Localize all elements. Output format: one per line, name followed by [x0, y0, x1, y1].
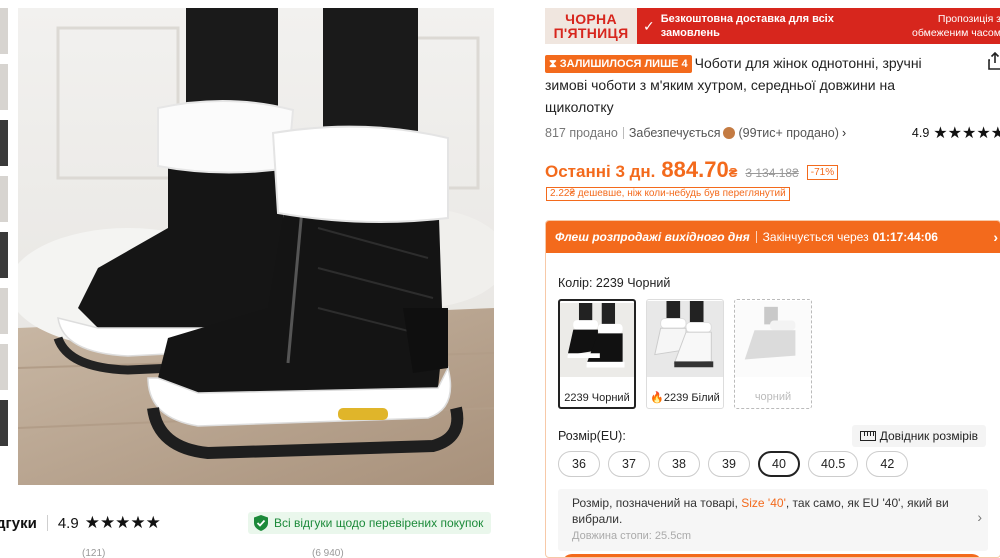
- thumbnail[interactable]: [0, 8, 8, 54]
- hourglass-icon: ⧗: [549, 58, 557, 70]
- swatch-label: чорний: [754, 391, 792, 403]
- badge-line1: ЧОРНА: [565, 11, 617, 27]
- ruler-icon: [859, 431, 876, 441]
- ends-label: Закінчується через: [762, 230, 869, 244]
- old-price: 3 134.18₴: [745, 166, 799, 180]
- color-label: Колір: 2239 Чорний: [558, 276, 671, 290]
- store-sold-count[interactable]: (99тис+ продано): [738, 126, 838, 140]
- flash-sale-box: Флеш розпродажі вихідного дня Закінчуєть…: [545, 220, 1000, 558]
- size-label: Розмір(EU):: [558, 429, 626, 443]
- chevron-right-icon[interactable]: ›: [842, 126, 846, 140]
- sales-meta-row: 817 продано Забезпечується (99тис+ прода…: [545, 124, 1000, 142]
- shield-check-icon: [254, 515, 268, 531]
- reviews-breakdown-row: (121) (6 940): [0, 548, 500, 558]
- color-option-black[interactable]: 2239 Чорний: [558, 299, 636, 409]
- thumbnail[interactable]: [0, 176, 8, 222]
- note-text: Розмір, позначений на товарі,: [572, 496, 742, 510]
- size-option-selected[interactable]: 40: [758, 451, 800, 477]
- product-rating[interactable]: 4.9 ★★★★★: [912, 123, 1000, 143]
- sold-count: 817 продано: [545, 126, 618, 140]
- size-option[interactable]: 39: [708, 451, 750, 477]
- reviews-title: дгуки: [0, 514, 37, 532]
- color-option-unavailable[interactable]: чорний: [734, 299, 812, 409]
- thumbnail-strip[interactable]: [0, 8, 8, 488]
- size-option[interactable]: 42: [866, 451, 909, 477]
- swatch-label-text: 2239 Білий: [663, 392, 720, 404]
- divider: [46, 515, 48, 531]
- thumbnail[interactable]: [0, 120, 8, 166]
- thumbnail[interactable]: [0, 288, 8, 334]
- black-friday-banner[interactable]: ЧОРНА П'ЯТНИЦЯ ✓ Безкоштовна доставка дл…: [545, 8, 1000, 44]
- foot-length-text: Довжина стопи: 25.5cm: [572, 530, 691, 542]
- rating-value: 4.9: [911, 126, 930, 140]
- reviews-count-right: (6 940): [312, 548, 344, 558]
- stock-left-badge: ⧗ ЗАЛИШИЛОСЯ ЛИШЕ 4: [545, 55, 692, 73]
- chevron-right-icon[interactable]: ›: [993, 229, 998, 245]
- store-avatar-icon: [723, 127, 736, 139]
- rating-stars: ★★★★★: [84, 513, 161, 532]
- free-shipping-text: Безкоштовна доставка для всіх замовлень: [660, 13, 834, 39]
- size-options: 36 37 38 39 40 40.5 42: [558, 451, 909, 477]
- divider: [755, 231, 757, 243]
- flame-icon: 🔥: [650, 392, 664, 404]
- lowest-price-note: 2.22₴ дешевше, ніж коли-небудь був перег…: [546, 187, 790, 201]
- size-option[interactable]: 40.5: [808, 451, 859, 477]
- product-page: дгуки 4.9 ★★★★★ Всі відгуки щодо перевір…: [0, 0, 1000, 558]
- rating-stars: ★★★★★: [933, 125, 1000, 142]
- countdown-timer: 01:17:44:06: [872, 230, 938, 244]
- size-option[interactable]: 37: [608, 451, 650, 477]
- check-icon: ✓: [643, 17, 655, 34]
- verified-reviews-badge[interactable]: Всі відгуки щодо перевірених покупок: [248, 512, 492, 534]
- size-guide-button[interactable]: Довідник розмірів: [851, 425, 986, 447]
- swatch-image: [647, 301, 723, 377]
- size-conversion-note[interactable]: Розмір, позначений на товарі, Size '40',…: [558, 489, 988, 551]
- size-option[interactable]: 36: [558, 451, 600, 477]
- product-title: ⧗ ЗАЛИШИЛОСЯ ЛИШЕ 4 Чоботи для жінок одн…: [545, 52, 965, 118]
- share-icon[interactable]: [988, 52, 1000, 70]
- discount-badge: -71%: [806, 165, 839, 180]
- chevron-right-icon[interactable]: ›: [977, 509, 982, 525]
- stock-left-text: ЗАЛИШИЛОСЯ ЛИШЕ 4: [559, 58, 688, 70]
- swatch-image: [560, 303, 634, 377]
- price-currency: ₴: [728, 165, 738, 180]
- product-info-panel: ЧОРНА П'ЯТНИЦЯ ✓ Безкоштовна доставка дл…: [544, 0, 1000, 558]
- badge-line2: П'ЯТНИЦЯ: [553, 25, 629, 41]
- thumbnail[interactable]: [0, 64, 8, 110]
- swatch-image: [735, 301, 811, 377]
- flash-sale-header[interactable]: Флеш розпродажі вихідного дня Закінчуєть…: [546, 221, 1000, 253]
- reviews-rating: 4.9: [57, 514, 79, 532]
- reviews-bar: дгуки 4.9 ★★★★★ Всі відгуки щодо перевір…: [0, 510, 500, 536]
- verified-text: Всі відгуки щодо перевірених покупок: [274, 516, 484, 530]
- reviews-count-left: (121): [82, 548, 106, 558]
- swatch-label: 🔥2239 Білий: [647, 391, 723, 404]
- black-friday-badge: ЧОРНА П'ЯТНИЦЯ: [545, 8, 637, 44]
- boots-illustration: [18, 8, 494, 485]
- size-guide-label: Довідник розмірів: [879, 429, 978, 443]
- backed-by-label[interactable]: Забезпечується: [629, 126, 721, 140]
- thumbnail[interactable]: [0, 344, 8, 390]
- size-option[interactable]: 38: [658, 451, 700, 477]
- current-price: 884.70: [661, 157, 729, 182]
- main-product-image[interactable]: [18, 8, 494, 485]
- flash-sale-title: Флеш розпродажі вихідного дня: [555, 230, 750, 244]
- price-row: Останні 3 дн. 884.70 ₴ 3 134.18₴ -71%: [545, 157, 1000, 185]
- thumbnail[interactable]: [0, 232, 8, 278]
- note-highlight: Size '40': [741, 496, 786, 510]
- color-option-white[interactable]: 🔥2239 Білий: [646, 299, 724, 409]
- thumbnail[interactable]: [0, 400, 8, 446]
- add-to-cart-button[interactable]: [562, 554, 982, 557]
- divider: [622, 127, 624, 139]
- price-label: Останні 3 дн.: [545, 162, 656, 181]
- swatch-label: 2239 Чорний: [564, 392, 630, 404]
- limited-offer-text: Пропозиція з обмеженим часом: [912, 13, 1000, 39]
